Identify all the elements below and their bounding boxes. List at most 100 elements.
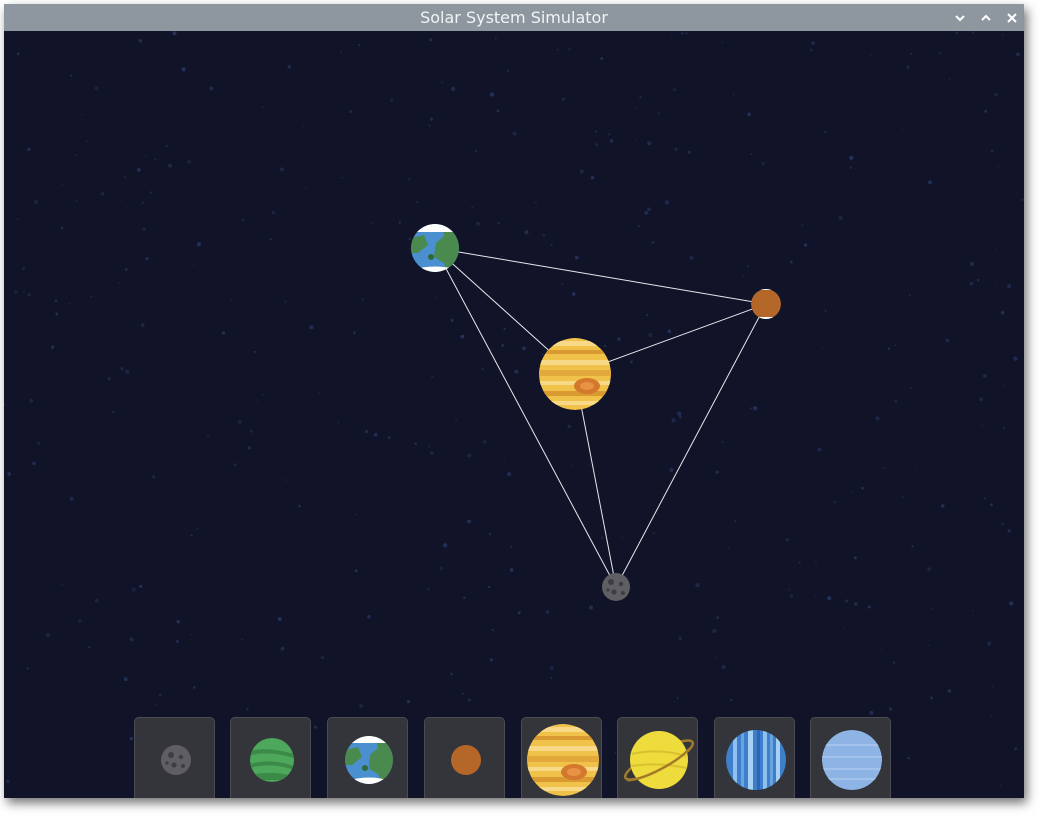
star [168, 163, 172, 168]
star [801, 224, 804, 227]
star [824, 130, 827, 134]
star [298, 504, 302, 508]
palette-item-mars[interactable] [424, 717, 505, 798]
star [489, 92, 495, 97]
palette-item-neptune[interactable] [810, 717, 891, 798]
star [125, 369, 130, 374]
star [869, 710, 874, 715]
star [242, 218, 245, 222]
star [429, 451, 434, 455]
palette-item-earth[interactable] [327, 717, 408, 798]
star [927, 644, 930, 646]
star [302, 125, 304, 127]
star [550, 677, 553, 680]
star [1001, 34, 1004, 36]
star [947, 689, 952, 693]
title-bar[interactable]: Solar System Simulator [4, 4, 1024, 31]
star [995, 282, 997, 284]
palette-item-jupiter[interactable] [521, 717, 602, 798]
star [721, 41, 724, 44]
star [6, 779, 10, 784]
app-window: Solar System Simulator [4, 4, 1024, 798]
moon[interactable] [602, 573, 630, 601]
star [549, 666, 554, 671]
star [367, 614, 371, 619]
star [136, 167, 141, 172]
star [230, 298, 233, 301]
star [695, 583, 700, 588]
star [255, 608, 257, 611]
star [33, 200, 39, 205]
palette-item-uranus[interactable] [714, 717, 795, 798]
star [646, 314, 649, 317]
star [428, 445, 431, 448]
star [131, 587, 136, 592]
star [854, 602, 858, 606]
star [647, 141, 652, 146]
star [938, 51, 941, 55]
chevron-up-icon [981, 14, 991, 21]
star [595, 143, 598, 147]
planet-jupiter[interactable] [538, 338, 613, 410]
star [261, 393, 264, 396]
palette-item-saturn[interactable] [617, 717, 698, 798]
star [990, 149, 994, 153]
uranus-icon [726, 730, 786, 790]
star [145, 257, 149, 261]
star [838, 215, 843, 220]
palette-item-venus[interactable] [230, 717, 311, 798]
star [429, 38, 433, 42]
minimize-button[interactable] [950, 8, 970, 28]
chevron-down-icon [955, 15, 965, 22]
star [901, 129, 904, 131]
star [414, 442, 417, 445]
star [604, 345, 607, 348]
star [824, 309, 827, 312]
star [590, 176, 595, 180]
star [927, 180, 932, 185]
star [489, 658, 493, 662]
star [27, 293, 31, 297]
star [209, 86, 214, 91]
star [594, 130, 597, 133]
star [80, 114, 83, 116]
star [193, 263, 195, 265]
star [4, 403, 6, 407]
star [657, 112, 660, 115]
star [501, 344, 504, 347]
star [685, 32, 688, 35]
star [341, 176, 344, 179]
star [894, 399, 898, 403]
close-button[interactable] [1002, 8, 1022, 28]
link-earth-moon [434, 247, 617, 588]
star [129, 637, 134, 642]
star [915, 466, 917, 468]
star [982, 373, 988, 379]
saturn-icon [623, 731, 695, 789]
star [435, 296, 437, 299]
star [10, 179, 12, 181]
star [875, 416, 880, 421]
star [955, 31, 959, 35]
earth-icon [345, 736, 393, 784]
star [107, 376, 112, 381]
simulation-canvas[interactable] [4, 31, 1024, 798]
star [995, 249, 997, 251]
star [483, 440, 487, 444]
star [667, 329, 672, 334]
planet-earth[interactable] [409, 223, 464, 277]
star [687, 150, 691, 154]
star [88, 645, 91, 649]
star [95, 598, 99, 603]
star [439, 566, 444, 571]
star [833, 500, 837, 504]
maximize-button[interactable] [976, 8, 996, 28]
star [154, 704, 157, 706]
star [175, 639, 179, 644]
star [880, 648, 882, 651]
star [853, 556, 857, 560]
star [460, 334, 465, 339]
star [681, 31, 684, 35]
palette-item-moon[interactable] [134, 717, 215, 798]
planet-mars[interactable] [749, 288, 783, 319]
